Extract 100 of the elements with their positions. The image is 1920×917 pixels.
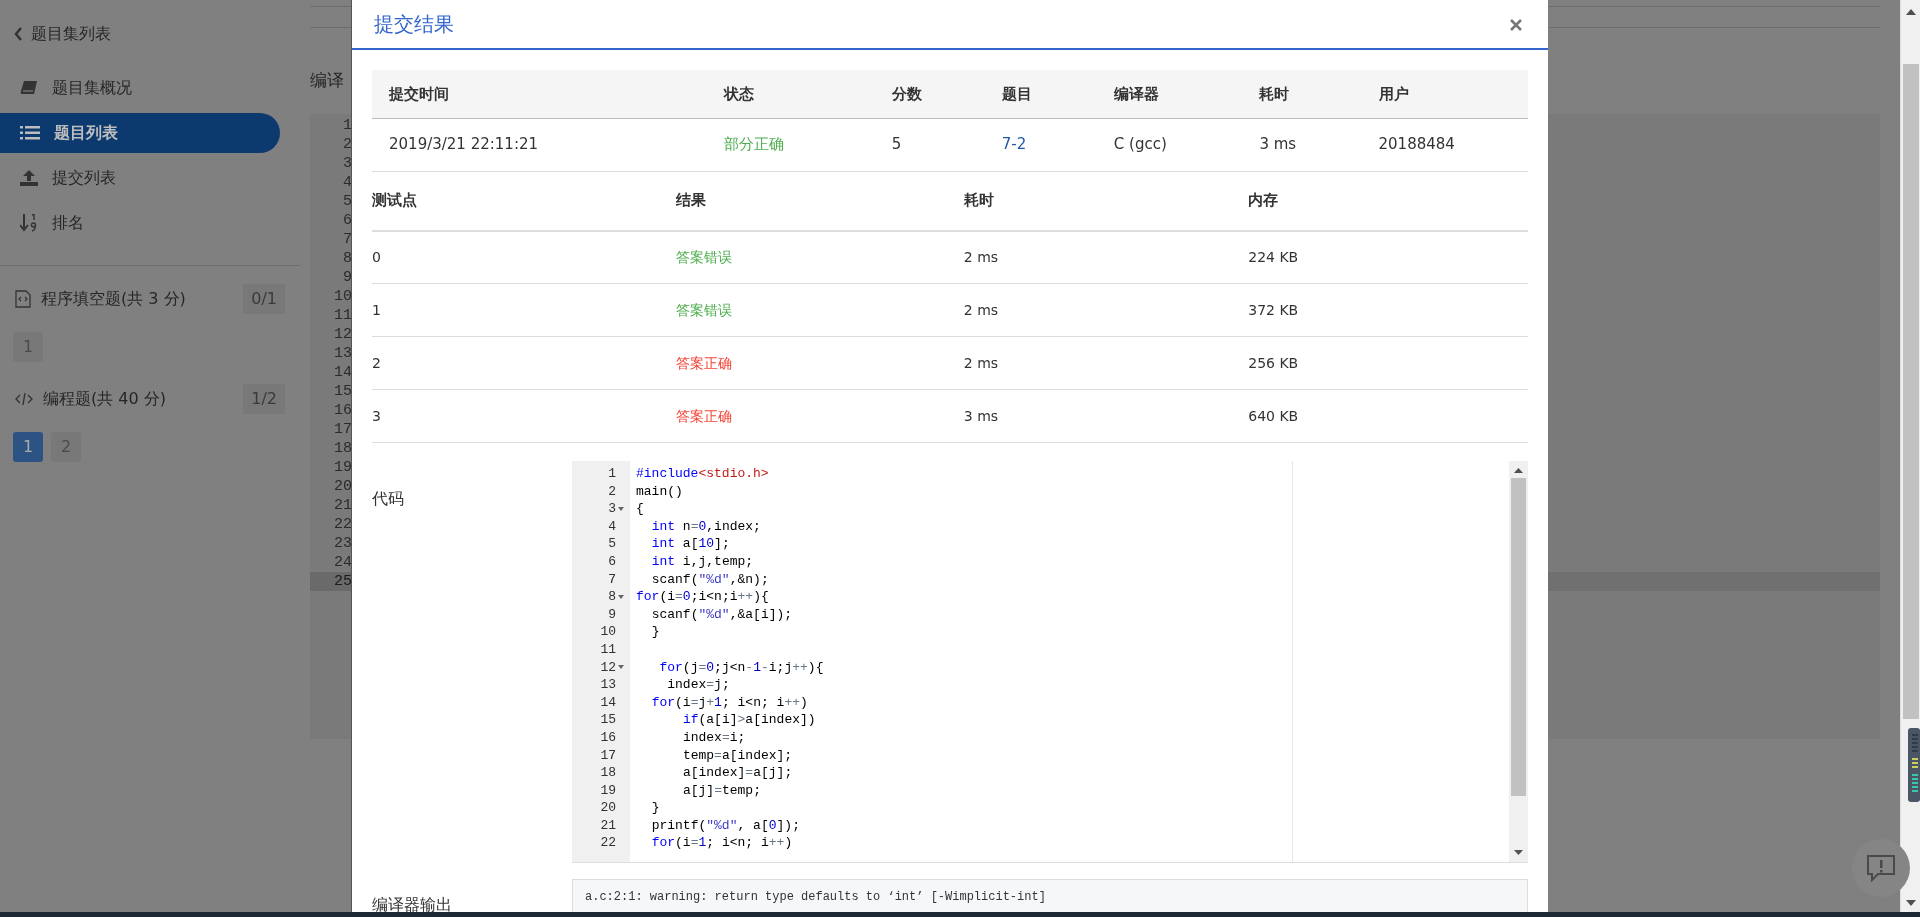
- fold-icon[interactable]: [618, 665, 624, 670]
- column-header: 测试点: [372, 171, 676, 231]
- scroll-down-icon[interactable]: [1514, 849, 1523, 856]
- table-cell-text: 1: [372, 301, 381, 318]
- code-line: int n=0,index;: [650, 517, 761, 536]
- line-number: 20: [600, 799, 616, 817]
- upload-icon: [20, 170, 38, 186]
- table-cell-text: 372 KB: [1248, 301, 1299, 318]
- back-link[interactable]: 题目集列表: [0, 14, 300, 54]
- modal-title: 提交结果: [374, 11, 454, 38]
- table-cell-text: 3: [372, 407, 381, 424]
- line-number: 18: [333, 438, 352, 458]
- line-number: 13: [600, 676, 616, 694]
- line-number: 5: [608, 535, 616, 553]
- line-number: 6: [608, 552, 616, 571]
- code-line: int a[10];: [650, 535, 730, 553]
- line-number: 14: [333, 362, 352, 382]
- close-icon: [1510, 19, 1522, 31]
- line-number: 10: [333, 286, 352, 306]
- column-header: 耗时: [963, 171, 1249, 231]
- status-text: 部分正确: [724, 135, 785, 154]
- line-number: 9: [608, 605, 616, 624]
- table-cell-text: 2 ms: [963, 248, 999, 265]
- nav-item[interactable]: 题目集概况: [0, 68, 280, 108]
- feedback-icon: [1866, 854, 1896, 882]
- progress-badge: 0/1: [243, 284, 285, 314]
- field-label: 代码: [372, 488, 405, 510]
- section-title: 编程题(共 40 分): [43, 388, 166, 410]
- code-line: if(a[i]>a[index]): [681, 711, 816, 729]
- scrollbar-thumb[interactable]: [1511, 478, 1526, 796]
- line-number: 15: [333, 381, 352, 401]
- result-text: 答案正确: [676, 354, 732, 371]
- column-header: 耗时: [1242, 70, 1362, 118]
- code-line: index=i;: [681, 728, 746, 747]
- scroll-down-icon[interactable]: [1905, 899, 1916, 907]
- line-number: 21: [600, 816, 616, 835]
- code-icon: [15, 392, 33, 406]
- scroll-up-icon[interactable]: [1514, 467, 1523, 474]
- line-number: 17: [600, 746, 616, 765]
- column-header: 分数: [874, 70, 985, 118]
- line-number: 4: [342, 172, 352, 192]
- column-header: 编译器: [1096, 70, 1243, 118]
- line-number: 12: [600, 658, 616, 677]
- table-cell-text: 0: [372, 248, 381, 265]
- line-number: 22: [333, 514, 352, 534]
- list-icon: [20, 125, 40, 141]
- nav-item[interactable]: 题目列表: [0, 113, 280, 153]
- line-number: 10: [600, 623, 616, 641]
- line-number: 2: [342, 134, 352, 154]
- line-number: 15: [600, 711, 616, 729]
- line-number: 3: [342, 153, 352, 173]
- line-number: 8: [342, 248, 352, 268]
- line-number: 11: [600, 640, 616, 659]
- line-number: 23: [333, 533, 352, 553]
- field-label: 编译器输出: [372, 894, 453, 916]
- line-number: 4: [608, 517, 616, 536]
- line-number: 11: [333, 305, 352, 325]
- code-line: for(i=1; i<n; i++): [650, 834, 793, 853]
- progress-badge: 1/2: [243, 384, 285, 414]
- problem-button[interactable]: 1: [13, 432, 43, 462]
- section-title: 程序填空题(共 3 分): [41, 288, 186, 310]
- line-number: 5: [342, 191, 352, 211]
- table-cell-text: C (gcc): [1113, 135, 1167, 154]
- line-number: 21: [333, 495, 352, 515]
- line-number: 16: [600, 728, 616, 747]
- column-header: 题目: [984, 70, 1097, 118]
- line-number: 22: [600, 834, 616, 853]
- code-line: main(): [636, 482, 683, 501]
- level-meter-icon: [1908, 728, 1920, 802]
- code-line: #include<stdio.h>: [636, 465, 769, 483]
- code-line: }: [650, 623, 660, 641]
- result-text: 答案正确: [676, 407, 732, 424]
- scrollbar-thumb[interactable]: [1902, 64, 1919, 719]
- nav-item[interactable]: 排名: [0, 203, 280, 243]
- code-line: a[j]=temp;: [681, 781, 761, 800]
- code-line: int i,j,temp;: [650, 552, 754, 571]
- table-cell-text: 2: [372, 354, 381, 371]
- code-line: scanf("%d",&a[i]);: [650, 605, 793, 624]
- scroll-up-icon[interactable]: [1905, 8, 1916, 16]
- fold-icon[interactable]: [618, 507, 624, 511]
- nav-item[interactable]: 提交列表: [0, 158, 280, 198]
- line-number: 9: [342, 267, 352, 287]
- table-cell-text: 2019/3/21 22:11:21: [389, 135, 539, 154]
- line-number: 12: [333, 324, 352, 344]
- problem-link[interactable]: 7-2: [1001, 135, 1027, 154]
- line-number: 1: [342, 115, 352, 135]
- table-cell-text: 2 ms: [963, 354, 999, 371]
- code-line: for(j=0;j<n-1-i;j++){: [658, 658, 824, 677]
- column-header: 用户: [1361, 70, 1528, 118]
- line-number: 6: [342, 210, 352, 230]
- line-number: 16: [333, 400, 352, 420]
- code-line: temp=a[index];: [681, 746, 793, 765]
- result-text: 答案错误: [676, 301, 732, 318]
- sort-numeric-icon: [20, 214, 38, 232]
- code-line: }: [650, 799, 660, 817]
- fold-icon[interactable]: [618, 594, 624, 599]
- table-cell-text: 20188484: [1378, 135, 1455, 154]
- code-line: scanf("%d",&n);: [650, 570, 769, 589]
- code-line: printf("%d", a[0]);: [650, 816, 800, 835]
- line-number: 7: [342, 229, 352, 249]
